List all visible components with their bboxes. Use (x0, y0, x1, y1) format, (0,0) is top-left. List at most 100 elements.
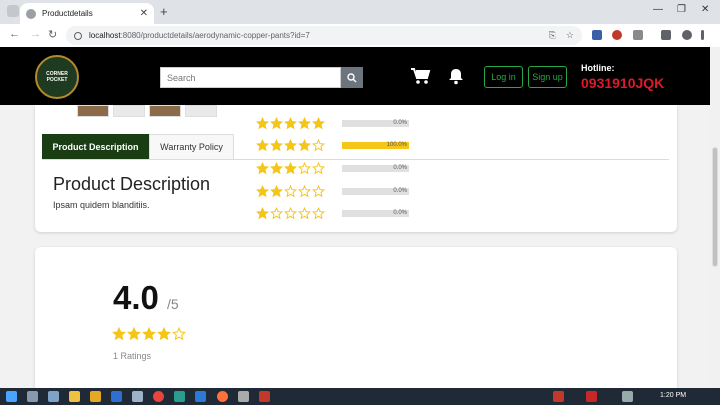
windows-start-icon[interactable] (6, 391, 17, 402)
globe-icon (26, 8, 36, 19)
rating-row-2-star[interactable]: 0.0% (256, 185, 409, 198)
rating-percent-label: 100.0% (386, 142, 407, 148)
search-icon[interactable] (27, 391, 38, 402)
tab-search-icon[interactable] (7, 5, 19, 17)
close-tab-icon[interactable]: ✕ (140, 8, 148, 19)
app-icon[interactable] (238, 391, 249, 402)
rating-progress-bar: 0.0% (342, 120, 409, 127)
tab-title: Productdetails (42, 9, 93, 18)
maximize-icon[interactable]: ❐ (677, 4, 686, 15)
tray-icon[interactable] (586, 391, 597, 402)
menu-dots-icon[interactable] (701, 30, 704, 40)
star-empty-icon (270, 207, 283, 220)
rating-row-3-star[interactable]: 0.0% (256, 162, 409, 175)
rating-percent-label: 0.0% (393, 120, 407, 126)
page-scrollbar[interactable] (710, 47, 720, 388)
translate-icon[interactable]: ⎘ (549, 30, 556, 41)
rating-row-5-star[interactable]: 0.0% (256, 117, 409, 130)
product-tabs: Product Description Warranty Policy (42, 134, 234, 159)
star-empty-icon (298, 207, 311, 220)
rating-row-1-star[interactable]: 0.0% (256, 207, 409, 220)
back-icon[interactable]: ← (9, 28, 20, 40)
star-filled-icon (270, 162, 283, 175)
web-page: CORNER POCKET Log in Sign up Hotline: 09… (0, 47, 710, 388)
logo-text-line2: POCKET (46, 77, 68, 83)
hotline-label: Hotline: (581, 63, 615, 73)
reload-icon[interactable]: ↻ (48, 28, 57, 41)
product-thumbnail[interactable] (185, 105, 217, 117)
vscode-icon[interactable] (195, 391, 206, 402)
search-bar (160, 67, 363, 88)
taskbar-clock[interactable]: 1:20 PM (660, 392, 686, 399)
puzzle-icon[interactable] (633, 30, 643, 40)
forward-icon[interactable]: → (30, 28, 41, 40)
extension-icon[interactable] (612, 30, 622, 40)
star-filled-icon (256, 139, 269, 152)
description-heading: Product Description (53, 174, 211, 194)
cart-icon[interactable] (410, 67, 431, 90)
rating-out-of: /5 (167, 296, 179, 312)
product-thumbnail[interactable] (77, 105, 109, 117)
app-icon[interactable] (132, 391, 143, 402)
star-empty-icon (312, 139, 325, 152)
hotline-number[interactable]: 0931910JQK (581, 75, 664, 91)
task-view-icon[interactable] (48, 391, 59, 402)
star-filled-icon (284, 162, 297, 175)
new-tab-button[interactable]: + (160, 4, 168, 19)
search-icon (347, 72, 357, 82)
volume-icon[interactable] (622, 391, 633, 402)
minimize-icon[interactable]: — (653, 4, 663, 15)
star-filled-icon (284, 139, 297, 152)
extension-icon[interactable] (592, 30, 602, 40)
app-icon[interactable] (90, 391, 101, 402)
tab-product-description[interactable]: Product Description (42, 134, 149, 159)
star-empty-icon (298, 162, 311, 175)
product-thumbnail[interactable] (113, 105, 145, 117)
browser-toolbar: ← → ↻ localhost:8080/productdetails/aero… (0, 24, 720, 47)
star-filled-icon (298, 117, 311, 130)
edge-icon[interactable] (174, 391, 185, 402)
rating-row-4-star[interactable]: 100.0% (256, 139, 409, 152)
product-thumbnail[interactable] (149, 105, 181, 117)
star-filled-icon (256, 207, 269, 220)
tray-icon[interactable] (553, 391, 564, 402)
corner-pocket-logo[interactable]: CORNER POCKET (35, 55, 79, 99)
firefox-icon[interactable] (217, 391, 228, 402)
star-empty-icon (284, 185, 297, 198)
chrome-icon[interactable] (153, 391, 164, 402)
window-close-icon[interactable]: ✕ (701, 4, 709, 15)
scrollbar-thumb[interactable] (712, 147, 718, 267)
star-filled-icon (142, 327, 156, 341)
login-button[interactable]: Log in (484, 66, 523, 88)
browser-tab-strip: Productdetails ✕ + — ❐ ✕ (0, 0, 720, 24)
rating-card: 4.0 /5 1 Ratings 0.0% 100.0% 0.0% 0.0% 0.0% (35, 117, 677, 388)
tab-warranty-policy[interactable]: Warranty Policy (149, 134, 234, 159)
star-empty-icon (172, 327, 186, 341)
rating-row-stars (256, 207, 342, 220)
reading-list-icon[interactable] (661, 30, 671, 40)
signup-button[interactable]: Sign up (528, 66, 567, 88)
star-filled-icon (256, 162, 269, 175)
ratings-count: 1 Ratings (113, 351, 152, 361)
bell-icon[interactable] (447, 67, 465, 90)
description-text: Ipsam quidem blanditiis. (53, 200, 150, 210)
tab-divider (42, 159, 669, 160)
address-bar[interactable]: localhost:8080/productdetails/aerodynami… (66, 26, 582, 45)
rating-row-stars (256, 139, 342, 152)
app-icon[interactable] (259, 391, 270, 402)
search-input[interactable] (160, 67, 341, 88)
average-rating-stars (112, 327, 186, 341)
browser-tab[interactable]: Productdetails ✕ (20, 3, 154, 24)
site-info-icon[interactable] (74, 31, 82, 40)
star-filled-icon (284, 117, 297, 130)
star-filled-icon (256, 185, 269, 198)
profile-avatar[interactable] (682, 30, 692, 40)
star-filled-icon (270, 139, 283, 152)
search-button[interactable] (341, 67, 363, 88)
app-icon[interactable] (111, 391, 122, 402)
star-filled-icon (112, 327, 126, 341)
file-explorer-icon[interactable] (69, 391, 80, 402)
star-empty-icon (312, 185, 325, 198)
bookmark-star-icon[interactable]: ☆ (566, 30, 574, 41)
star-filled-icon (256, 117, 269, 130)
